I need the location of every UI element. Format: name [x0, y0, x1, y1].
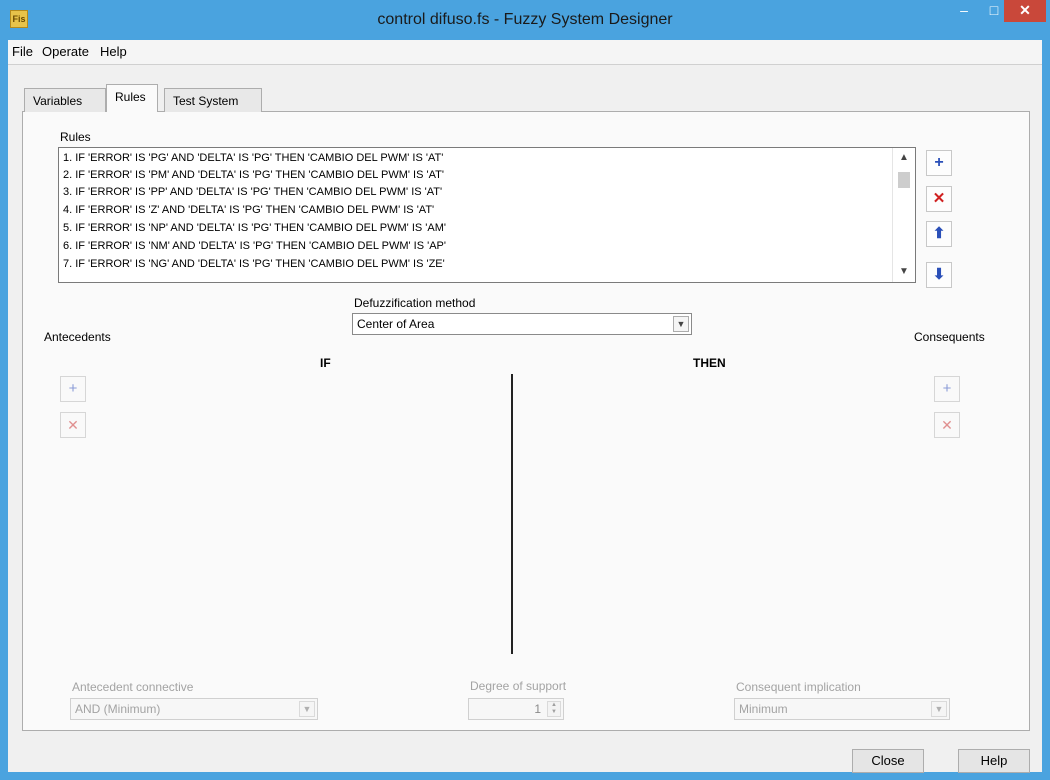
antecedent-connective-value: AND (Minimum) — [75, 702, 161, 716]
rules-list[interactable]: 1. IF 'ERROR' IS 'PG' AND 'DELTA' IS 'PG… — [58, 147, 916, 283]
menu-file[interactable]: File — [12, 44, 33, 59]
rules-label: Rules — [60, 130, 91, 144]
add-rule-button[interactable]: + — [926, 150, 952, 176]
rule-item[interactable]: 3. IF 'ERROR' IS 'PP' AND 'DELTA' IS 'PG… — [63, 184, 442, 201]
arrow-up-icon: ⬆ — [932, 225, 946, 242]
scroll-up-arrow-icon[interactable]: ▲ — [893, 148, 915, 168]
rules-scrollbar[interactable]: ▲ ▼ — [892, 148, 915, 282]
add-antecedent-button[interactable]: + — [60, 376, 86, 402]
help-button[interactable]: Help — [958, 749, 1030, 773]
rule-item[interactable]: 5. IF 'ERROR' IS 'NP' AND 'DELTA' IS 'PG… — [63, 220, 446, 237]
delete-x-icon: ✕ — [932, 190, 946, 207]
window-title: control difuso.fs - Fuzzy System Designe… — [377, 11, 673, 28]
antecedent-connective-select[interactable]: AND (Minimum) ▼ — [70, 698, 318, 720]
plus-icon: + — [934, 154, 944, 171]
move-rule-up-button[interactable]: ⬆ — [926, 221, 952, 247]
plus-icon: + — [942, 380, 952, 397]
tab-rules[interactable]: Rules — [106, 84, 158, 112]
menu-help[interactable]: Help — [100, 44, 127, 59]
menu-operate[interactable]: Operate — [42, 44, 89, 59]
consequent-implication-value: Minimum — [739, 702, 788, 716]
spinner-arrows-icon[interactable]: ▲ ▼ — [547, 701, 561, 717]
arrow-down-icon: ⬇ — [932, 266, 946, 283]
consequent-implication-select[interactable]: Minimum ▼ — [734, 698, 950, 720]
if-heading: IF — [320, 356, 331, 370]
defuzzification-value: Center of Area — [357, 317, 435, 331]
rule-item[interactable]: 2. IF 'ERROR' IS 'PM' AND 'DELTA' IS 'PG… — [63, 167, 444, 184]
delete-x-icon: ✕ — [941, 417, 953, 433]
scroll-down-arrow-icon[interactable]: ▼ — [893, 262, 915, 282]
chevron-down-icon[interactable]: ▼ — [931, 701, 947, 717]
chevron-down-icon[interactable]: ▼ — [673, 316, 689, 332]
delete-consequent-button[interactable]: ✕ — [934, 412, 960, 438]
degree-of-support-label: Degree of support — [470, 679, 567, 693]
chevron-down-icon[interactable]: ▼ — [299, 701, 315, 717]
degree-of-support-stepper[interactable]: 1 ▲ ▼ — [468, 698, 564, 720]
plus-icon: + — [68, 380, 78, 397]
tab-variables[interactable]: Variables — [24, 88, 106, 112]
minimize-button[interactable]: – — [950, 0, 978, 22]
close-window-button[interactable]: ✕ — [1004, 0, 1046, 22]
close-button[interactable]: Close — [852, 749, 924, 773]
defuzzification-label: Defuzzification method — [354, 296, 476, 310]
antecedent-connective-label: Antecedent connective — [72, 680, 194, 694]
title-bar: Fis control difuso.fs - Fuzzy System Des… — [0, 0, 1050, 40]
rule-item[interactable]: 1. IF 'ERROR' IS 'PG' AND 'DELTA' IS 'PG… — [63, 150, 443, 167]
rule-item[interactable]: 6. IF 'ERROR' IS 'NM' AND 'DELTA' IS 'PG… — [63, 238, 446, 255]
consequent-implication-label: Consequent implication — [736, 680, 861, 694]
rule-item[interactable]: 4. IF 'ERROR' IS 'Z' AND 'DELTA' IS 'PG'… — [63, 202, 434, 219]
then-heading: THEN — [693, 356, 726, 370]
defuzzification-select[interactable]: Center of Area ▼ — [352, 313, 692, 335]
move-rule-down-button[interactable]: ⬇ — [926, 262, 952, 288]
add-consequent-button[interactable]: + — [934, 376, 960, 402]
menu-bar: File Operate Help — [8, 40, 1042, 65]
delete-x-icon: ✕ — [67, 417, 79, 433]
delete-rule-button[interactable]: ✕ — [926, 186, 952, 212]
scroll-thumb[interactable] — [898, 172, 910, 188]
delete-antecedent-button[interactable]: ✕ — [60, 412, 86, 438]
rule-item[interactable]: 7. IF 'ERROR' IS 'NG' AND 'DELTA' IS 'PG… — [63, 256, 445, 273]
if-then-divider — [511, 374, 513, 654]
tab-test-system[interactable]: Test System — [164, 88, 262, 112]
degree-of-support-value: 1 — [534, 702, 541, 716]
antecedents-label: Antecedents — [44, 330, 111, 344]
consequents-label: Consequents — [914, 330, 985, 344]
